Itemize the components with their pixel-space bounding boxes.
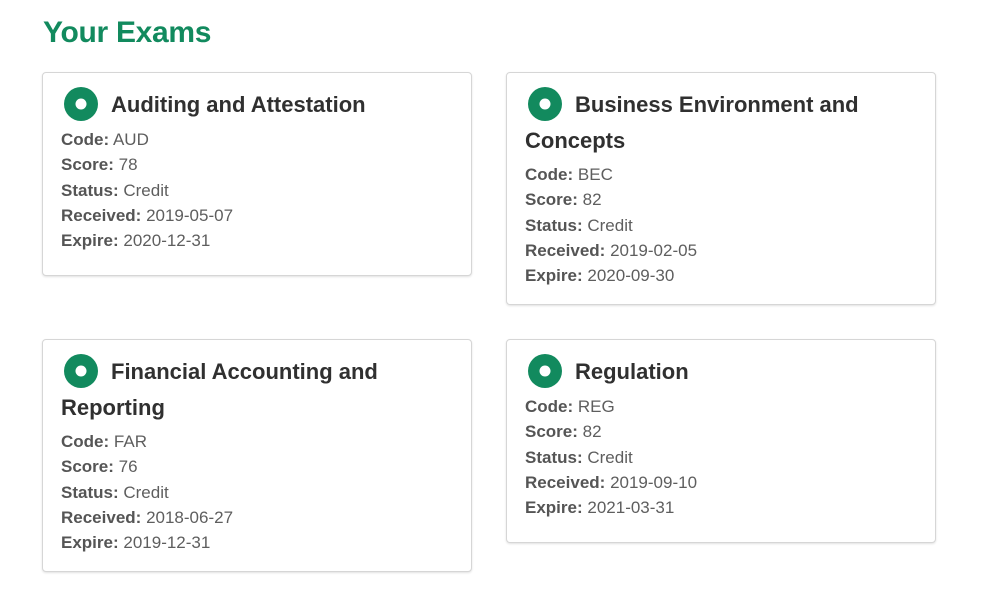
exam-received-row: Received: 2018-06-27 xyxy=(61,505,453,530)
code-label: Code: xyxy=(61,432,110,452)
score-label: Score: xyxy=(61,155,114,175)
exam-received-row: Received: 2019-05-07 xyxy=(61,203,453,228)
exam-expire-date: 2020-12-31 xyxy=(123,231,211,251)
exam-received-date: 2019-09-10 xyxy=(610,473,698,493)
exam-status-row: Status: Credit xyxy=(525,213,917,238)
exam-card-aud: Auditing and Attestation Code: AUD Score… xyxy=(42,72,472,276)
exam-score-row: Score: 82 xyxy=(525,419,917,444)
exam-code: BEC xyxy=(577,165,613,185)
exam-expire-row: Expire: 2021-03-31 xyxy=(525,495,917,520)
exam-code-row: Code: FAR xyxy=(61,429,453,454)
expire-label: Expire: xyxy=(525,498,583,518)
exam-card-bec: Business Environment and Concepts Code: … xyxy=(506,72,936,305)
status-label: Status: xyxy=(61,180,119,200)
exam-status: Credit xyxy=(587,215,633,235)
exam-status: Credit xyxy=(587,447,633,467)
exam-title: Business Environment and Concepts xyxy=(525,92,859,154)
received-label: Received: xyxy=(525,241,606,261)
exam-code: AUD xyxy=(112,130,149,150)
exam-expire-date: 2019-12-31 xyxy=(123,533,211,553)
code-label: Code: xyxy=(525,397,574,417)
exam-status-row: Status: Credit xyxy=(61,480,453,505)
exam-title: Auditing and Attestation xyxy=(111,92,366,117)
exam-received-row: Received: 2019-09-10 xyxy=(525,470,917,495)
expire-label: Expire: xyxy=(61,231,119,251)
exam-expire-row: Expire: 2020-09-30 xyxy=(525,263,917,288)
exam-score: 78 xyxy=(118,155,138,175)
received-label: Received: xyxy=(525,473,606,493)
score-label: Score: xyxy=(61,457,114,477)
status-label: Status: xyxy=(525,215,583,235)
exam-expire-date: 2020-09-30 xyxy=(587,266,675,286)
exam-score: 82 xyxy=(582,190,602,210)
exam-expire-row: Expire: 2019-12-31 xyxy=(61,530,453,555)
score-label: Score: xyxy=(525,422,578,442)
exam-card-far: Financial Accounting and Reporting Code:… xyxy=(42,339,472,572)
status-circle-icon xyxy=(528,87,562,122)
exam-score-row: Score: 76 xyxy=(61,454,453,479)
exam-score-row: Score: 82 xyxy=(525,187,917,212)
exam-score: 76 xyxy=(118,457,138,477)
exam-card-reg: Regulation Code: REG Score: 82 Status: C… xyxy=(506,339,936,543)
status-label: Status: xyxy=(525,447,583,467)
status-label: Status: xyxy=(61,482,119,502)
exam-title: Financial Accounting and Reporting xyxy=(61,359,378,421)
exam-code: REG xyxy=(577,397,615,417)
exam-code: FAR xyxy=(113,432,147,452)
exam-status: Credit xyxy=(123,180,169,200)
exam-title: Regulation xyxy=(575,359,689,384)
exam-score-row: Score: 78 xyxy=(61,152,453,177)
page-title: Your Exams xyxy=(43,16,212,49)
exam-status-row: Status: Credit xyxy=(61,178,453,203)
exam-expire-row: Expire: 2020-12-31 xyxy=(61,228,453,253)
exam-received-date: 2018-06-27 xyxy=(146,508,234,528)
exam-score: 82 xyxy=(582,422,602,442)
code-label: Code: xyxy=(525,165,574,185)
exam-code-row: Code: REG xyxy=(525,394,917,419)
exam-received-date: 2019-05-07 xyxy=(146,206,234,226)
received-label: Received: xyxy=(61,206,142,226)
status-circle-icon xyxy=(528,354,562,389)
exam-code-row: Code: AUD xyxy=(61,127,453,152)
exam-received-date: 2019-02-05 xyxy=(610,241,698,261)
status-circle-icon xyxy=(64,354,98,389)
exam-status-row: Status: Credit xyxy=(525,445,917,470)
exam-received-row: Received: 2019-02-05 xyxy=(525,238,917,263)
exam-status: Credit xyxy=(123,482,169,502)
received-label: Received: xyxy=(61,508,142,528)
score-label: Score: xyxy=(525,190,578,210)
code-label: Code: xyxy=(61,130,110,150)
expire-label: Expire: xyxy=(525,266,583,286)
expire-label: Expire: xyxy=(61,533,119,553)
status-circle-icon xyxy=(64,87,98,122)
exam-expire-date: 2021-03-31 xyxy=(587,498,675,518)
exam-code-row: Code: BEC xyxy=(525,162,917,187)
